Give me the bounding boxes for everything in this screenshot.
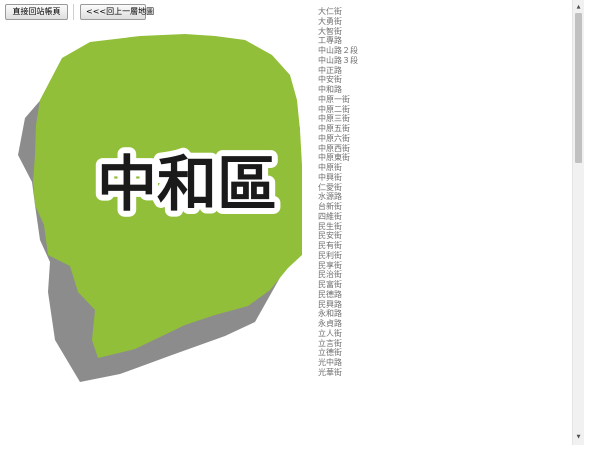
street-link[interactable]: 仁愛街 (318, 183, 358, 193)
street-link[interactable]: 民有街 (318, 241, 358, 251)
street-link[interactable]: 大仁街 (318, 7, 358, 17)
street-link[interactable]: 大勇街 (318, 17, 358, 27)
street-link[interactable]: 台新街 (318, 202, 358, 212)
street-link[interactable]: 中和路 (318, 85, 358, 95)
street-link[interactable]: 立德街 (318, 348, 358, 358)
street-link[interactable]: 立人街 (318, 329, 358, 339)
street-link[interactable]: 中原五街 (318, 124, 358, 134)
district-map[interactable]: 中和區 (0, 0, 310, 451)
street-link[interactable]: 民安街 (318, 231, 358, 241)
street-link[interactable]: 光華街 (318, 368, 358, 378)
street-link[interactable]: 光中路 (318, 358, 358, 368)
street-link[interactable]: 民德路 (318, 290, 358, 300)
street-list: 大仁街 大勇街 大智街 工專路 中山路２段 中山路３段 中正路 中安街 中和路 中原一街 中原二街中… (318, 7, 358, 378)
street-link[interactable]: 民治街 (318, 270, 358, 280)
street-link[interactable]: 中原二街 (318, 105, 358, 115)
street-link[interactable]: 中原街 (318, 163, 358, 173)
street-link[interactable]: 中正路 (318, 66, 358, 76)
street-link[interactable]: 大智街 (318, 27, 358, 37)
vertical-scrollbar[interactable]: ▲ ▼ (572, 0, 584, 445)
street-link[interactable]: 工專路 (318, 36, 358, 46)
district-label: 中和區 (97, 150, 277, 220)
street-link[interactable]: 四維街 (318, 212, 358, 222)
street-link[interactable]: 永貞路 (318, 319, 358, 329)
street-link[interactable]: 中山路３段 (318, 56, 358, 66)
street-link[interactable]: 中安街 (318, 75, 358, 85)
street-link[interactable]: 中原六街 (318, 134, 358, 144)
street-link[interactable]: 中山路２段 (318, 46, 358, 56)
street-link[interactable]: 水源路 (318, 192, 358, 202)
scroll-down-arrow-icon[interactable]: ▼ (573, 432, 584, 442)
street-link[interactable]: 民利街 (318, 251, 358, 261)
street-link[interactable]: 中原一街 (318, 95, 358, 105)
street-link[interactable]: 民興路 (318, 300, 358, 310)
street-link[interactable]: 中原三街 (318, 114, 358, 124)
street-link[interactable]: 民享街 (318, 261, 358, 271)
street-link[interactable]: 中原西街 (318, 144, 358, 154)
scroll-up-arrow-icon[interactable]: ▲ (573, 2, 584, 12)
street-link[interactable]: 永和路 (318, 309, 358, 319)
street-link[interactable]: 立言街 (318, 339, 358, 349)
street-link[interactable]: 民生街 (318, 222, 358, 232)
street-link[interactable]: 中興街 (318, 173, 358, 183)
street-link[interactable]: 中原東街 (318, 153, 358, 163)
scroll-thumb[interactable] (575, 13, 582, 163)
street-link[interactable]: 民富街 (318, 280, 358, 290)
